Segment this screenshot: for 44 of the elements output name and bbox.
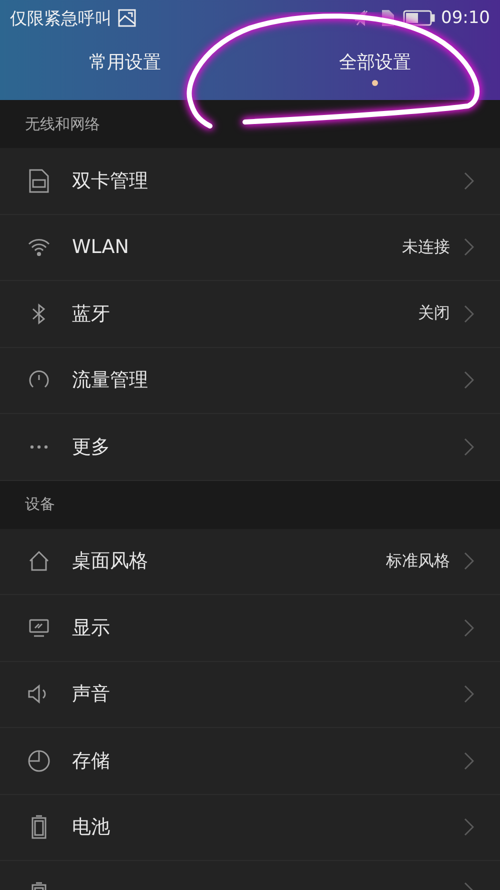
row-value: 标准风格 <box>386 550 450 572</box>
wifi-icon <box>28 238 50 256</box>
battery-icon <box>403 10 435 26</box>
bluetooth-icon <box>31 302 47 325</box>
chevron-icon <box>464 371 474 390</box>
chevron-icon <box>464 552 474 570</box>
row-label: 更多 <box>72 434 111 460</box>
row-value: 未连接 <box>402 236 450 258</box>
more-icon <box>29 444 49 450</box>
row-label: 声音 <box>72 682 111 708</box>
battery-icon <box>31 815 47 840</box>
chevron-icon <box>464 238 474 256</box>
chevron-icon <box>464 172 474 190</box>
chevron-icon <box>464 304 474 323</box>
pie-chart-icon <box>27 748 51 773</box>
row-label: 流量管理 <box>72 368 149 394</box>
row-label: 双卡管理 <box>72 168 149 194</box>
row-label: 显示 <box>72 616 111 641</box>
carrier-text: 仅限紧急呼叫 <box>10 8 112 30</box>
section-header: 无线和网络 <box>0 100 500 148</box>
home-icon <box>28 550 50 572</box>
row-label: 存储 <box>72 748 111 774</box>
image-icon <box>118 9 136 27</box>
row-label: 电池 <box>72 815 111 840</box>
settings-row[interactable]: 桌面风格 标准风格 <box>0 528 500 595</box>
chevron-icon <box>464 685 474 704</box>
row-label: 桌面风格 <box>72 549 149 574</box>
sim-card-icon <box>28 168 50 194</box>
clock-text: 09:10 <box>441 8 490 28</box>
tab[interactable]: 全部设置 <box>250 36 500 100</box>
section-header: 设备 <box>0 480 500 528</box>
chevron-icon <box>464 438 474 456</box>
settings-row[interactable]: 电池 <box>0 794 500 861</box>
settings-row[interactable]: 流量管理 <box>0 348 500 414</box>
monitor-icon <box>28 618 50 638</box>
row-value: 关闭 <box>418 303 450 324</box>
chevron-icon <box>464 618 474 637</box>
row-label: 蓝牙 <box>72 302 111 327</box>
row-label: WLAN <box>72 236 130 258</box>
settings-row[interactable]: 声音 <box>0 662 500 728</box>
tab[interactable]: 常用设置 <box>0 36 250 100</box>
chevron-icon <box>464 752 474 770</box>
settings-row[interactable]: WLAN 未连接 <box>0 214 500 281</box>
chevron-icon <box>464 818 474 836</box>
